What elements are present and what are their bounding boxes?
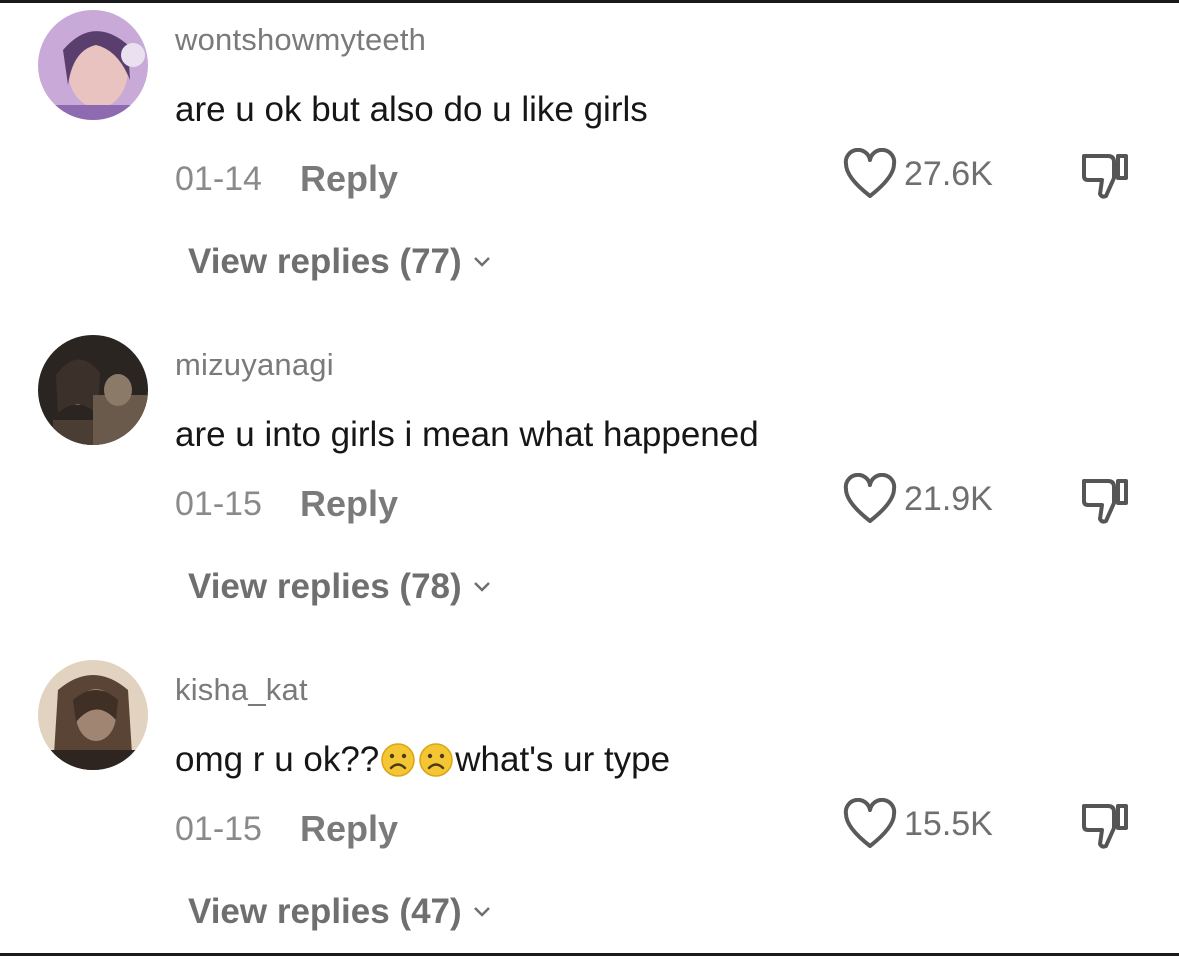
thumbs-down-icon [1082, 154, 1128, 199]
dislike-button[interactable] [1078, 473, 1134, 534]
comment-text-content: what's ur type [455, 740, 671, 779]
view-replies-label: View replies (47) [188, 892, 462, 931]
view-replies-label: View replies (78) [188, 567, 462, 606]
avatar[interactable] [38, 660, 148, 770]
dislike-button[interactable] [1078, 148, 1134, 209]
like-button[interactable]: 15.5K [842, 798, 993, 850]
avatar[interactable] [38, 335, 148, 445]
comment-text: omg r u ok?? what's ur type [175, 740, 670, 780]
like-button[interactable]: 21.9K [842, 473, 993, 525]
heart-outline-icon [843, 798, 897, 848]
comment-date: 01-15 [175, 485, 262, 523]
reply-button[interactable]: Reply [300, 808, 398, 850]
like-button[interactable]: 27.6K [842, 148, 993, 200]
comment-item: wontshowmyteeth are u ok but also do u l… [0, 0, 1179, 320]
comment-item: mizuyanagi are u into girls i mean what … [0, 325, 1179, 645]
username[interactable]: kisha_kat [175, 672, 308, 708]
chevron-down-icon [473, 907, 490, 917]
avatar[interactable] [38, 10, 148, 120]
comment-text: are u ok but also do u like girls [175, 90, 648, 130]
username[interactable]: mizuyanagi [175, 347, 334, 383]
reply-button[interactable]: Reply [300, 158, 398, 200]
dislike-button[interactable] [1078, 798, 1134, 859]
username[interactable]: wontshowmyteeth [175, 22, 426, 58]
comment-item: kisha_kat omg r u ok?? what's ur type 01… [0, 650, 1179, 970]
comment-text-content: omg r u ok?? [175, 740, 380, 779]
comment-date: 01-15 [175, 810, 262, 848]
comment-date: 01-14 [175, 160, 262, 198]
like-count: 21.9K [904, 479, 993, 518]
heart-outline-icon [843, 148, 897, 198]
like-count: 27.6K [904, 154, 993, 193]
view-replies-button[interactable]: View replies (78) [188, 567, 492, 607]
reply-button[interactable]: Reply [300, 483, 398, 525]
comment-text: are u into girls i mean what happened [175, 415, 759, 455]
thumbs-down-icon [1082, 804, 1128, 849]
comment-text-content: are u ok but also do u like girls [175, 90, 648, 129]
view-replies-button[interactable]: View replies (47) [188, 892, 492, 932]
comment-text-content: are u into girls i mean what happened [175, 415, 759, 454]
frowning-face-emoji-icon [380, 742, 416, 778]
frowning-face-emoji-icon [418, 742, 454, 778]
view-replies-label: View replies (77) [188, 242, 462, 281]
heart-outline-icon [843, 473, 897, 523]
view-replies-button[interactable]: View replies (77) [188, 242, 492, 282]
bottom-border [0, 953, 1179, 956]
like-count: 15.5K [904, 804, 993, 843]
chevron-down-icon [473, 582, 490, 592]
chevron-down-icon [473, 257, 490, 267]
thumbs-down-icon [1082, 479, 1128, 524]
